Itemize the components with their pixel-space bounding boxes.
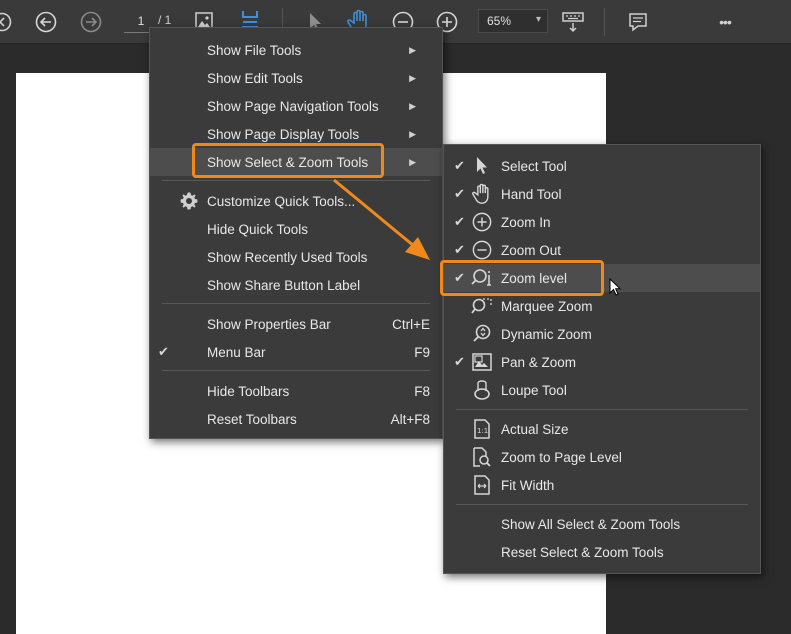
menu-item-customize-quick-tools[interactable]: Customize Quick Tools... (150, 187, 442, 215)
select-zoom-submenu: ✔ Select Tool ✔ Hand Tool ✔ Zoom In ✔ Zo… (443, 144, 761, 574)
checkmark-icon: ✔ (158, 344, 169, 359)
submenu-item-zoom-out[interactable]: ✔ Zoom Out (444, 236, 760, 264)
zoom-level-icon (471, 267, 493, 289)
hand-icon (471, 183, 493, 205)
submenu-item-reset-select-zoom-tools[interactable]: Reset Select & Zoom Tools (444, 538, 760, 566)
menu-item-menu-bar[interactable]: ✔ Menu Bar F9 (150, 338, 442, 366)
submenu-item-select-tool[interactable]: ✔ Select Tool (444, 152, 760, 180)
checkmark-icon: ✔ (454, 186, 465, 201)
gear-icon (178, 190, 200, 212)
menu-item-hide-toolbars[interactable]: Hide Toolbars F8 (150, 377, 442, 405)
pan-zoom-icon (471, 351, 493, 373)
submenu-item-fit-width[interactable]: Fit Width (444, 471, 760, 499)
submenu-item-zoom-level[interactable]: ✔ Zoom level (444, 264, 760, 292)
submenu-item-zoom-to-page-level[interactable]: Zoom to Page Level (444, 443, 760, 471)
submenu-item-pan-zoom[interactable]: ✔ Pan & Zoom (444, 348, 760, 376)
checkmark-icon: ✔ (454, 158, 465, 173)
submenu-item-show-all-select-zoom-tools[interactable]: Show All Select & Zoom Tools (444, 510, 760, 538)
toolbar-context-menu: Show File Tools ▶ Show Edit Tools ▶ Show… (149, 27, 443, 439)
submenu-item-hand-tool[interactable]: ✔ Hand Tool (444, 180, 760, 208)
submenu-arrow-icon: ▶ (409, 156, 416, 167)
menu-separator (162, 180, 430, 181)
loupe-icon (471, 379, 493, 401)
submenu-item-marquee-zoom[interactable]: Marquee Zoom (444, 292, 760, 320)
previous-page-icon[interactable] (34, 10, 58, 34)
menu-item-hide-quick-tools[interactable]: Hide Quick Tools (150, 215, 442, 243)
more-options-icon[interactable]: ••• (708, 11, 742, 33)
menu-separator (162, 303, 430, 304)
mouse-cursor-icon (609, 277, 623, 301)
menu-item-show-recently-used-tools[interactable]: Show Recently Used Tools (150, 243, 442, 271)
checkmark-icon: ✔ (454, 214, 465, 229)
actual-size-icon: 1:1 (471, 418, 493, 440)
pointer-icon (471, 155, 493, 177)
keyboard-download-icon[interactable] (560, 10, 586, 34)
marquee-zoom-icon (471, 295, 493, 317)
dynamic-zoom-icon (471, 323, 493, 345)
zoom-page-icon (471, 446, 493, 468)
menu-item-reset-toolbars[interactable]: Reset Toolbars Alt+F8 (150, 405, 442, 433)
menu-item-show-page-navigation-tools[interactable]: Show Page Navigation Tools ▶ (150, 92, 442, 120)
checkmark-icon: ✔ (454, 270, 465, 285)
fit-width-icon (471, 474, 493, 496)
submenu-arrow-icon: ▶ (409, 100, 416, 111)
next-page-icon[interactable] (79, 10, 103, 34)
submenu-item-actual-size[interactable]: 1:1 Actual Size (444, 415, 760, 443)
svg-text:1:1: 1:1 (477, 427, 488, 435)
menu-item-show-share-button-label[interactable]: Show Share Button Label (150, 271, 442, 299)
zoom-in-icon (471, 211, 493, 233)
submenu-item-zoom-in[interactable]: ✔ Zoom In (444, 208, 760, 236)
submenu-arrow-icon: ▶ (409, 128, 416, 139)
page-total: / 1 (158, 13, 172, 27)
menu-item-show-properties-bar[interactable]: Show Properties Bar Ctrl+E (150, 310, 442, 338)
comment-icon[interactable] (626, 10, 650, 34)
menu-item-show-page-display-tools[interactable]: Show Page Display Tools ▶ (150, 120, 442, 148)
submenu-arrow-icon: ▶ (409, 72, 416, 83)
checkmark-icon: ✔ (454, 242, 465, 257)
submenu-item-dynamic-zoom[interactable]: Dynamic Zoom (444, 320, 760, 348)
menu-item-show-file-tools[interactable]: Show File Tools ▶ (150, 36, 442, 64)
menu-separator (456, 504, 748, 505)
zoom-out-icon (471, 239, 493, 261)
menu-item-show-edit-tools[interactable]: Show Edit Tools ▶ (150, 64, 442, 92)
checkmark-icon: ✔ (454, 354, 465, 369)
submenu-arrow-icon: ▶ (409, 44, 416, 55)
submenu-item-loupe-tool[interactable]: Loupe Tool (444, 376, 760, 404)
menu-item-show-select-zoom-tools[interactable]: Show Select & Zoom Tools ▶ (150, 148, 442, 176)
zoom-level-select[interactable]: 65% ▾ (478, 9, 548, 33)
first-page-icon[interactable] (0, 10, 12, 34)
menu-separator (162, 370, 430, 371)
menu-separator (456, 409, 748, 410)
toolbar-separator (604, 8, 605, 36)
chevron-down-icon: ▾ (535, 14, 541, 25)
